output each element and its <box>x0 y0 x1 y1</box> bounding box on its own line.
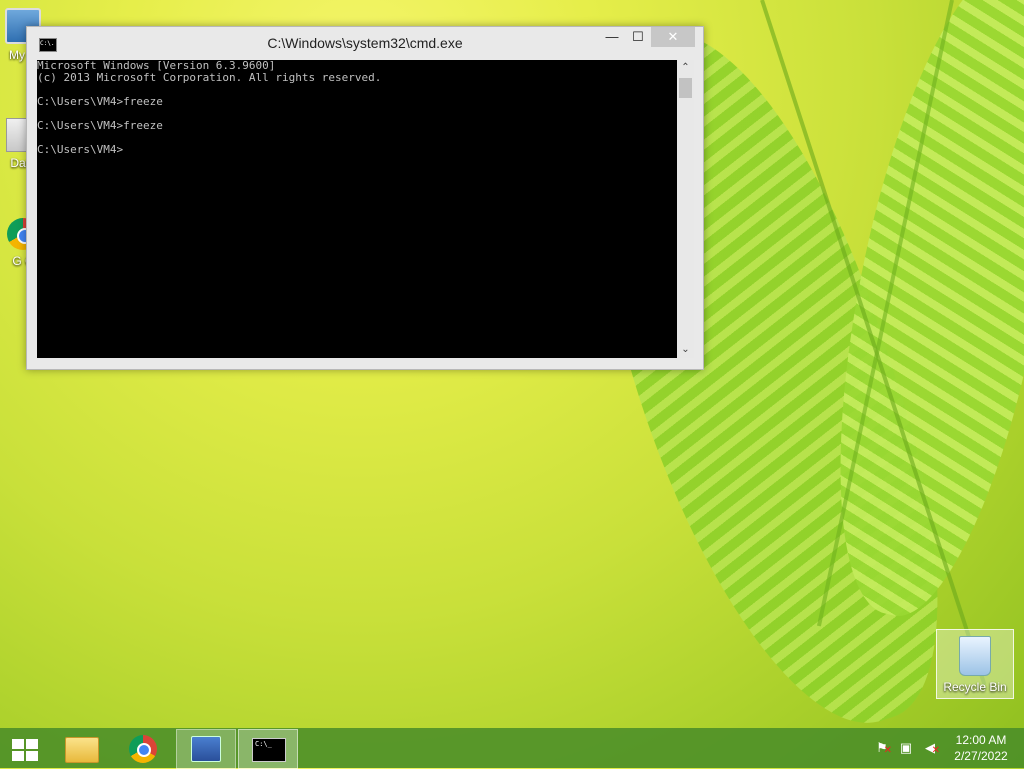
minimize-button[interactable]: — <box>599 27 625 47</box>
console-output[interactable]: Microsoft Windows [Version 6.3.9600] (c)… <box>37 60 677 358</box>
network-glyph: ▣ <box>899 740 913 755</box>
scroll-up-button[interactable]: ⌃ <box>677 60 694 76</box>
action-center-flag-icon[interactable]: ⚑ ✕ <box>874 740 892 756</box>
scroll-thumb[interactable] <box>679 78 692 98</box>
taskbar-chrome[interactable] <box>114 729 172 767</box>
console-prompt: C:\Users\VM4> <box>37 143 124 156</box>
recycle-bin-icon <box>959 636 991 676</box>
network-tray-icon[interactable]: ▣ <box>898 740 914 756</box>
folder-icon <box>65 737 99 763</box>
taskbar-file-explorer[interactable] <box>52 729 110 767</box>
console-line: C:\Users\VM4>freeze <box>37 95 163 108</box>
clock-time: 12:00 AM <box>955 733 1007 747</box>
taskbar: C:\_ ⚑ ✕ ▣ ◀ ✕ 12:00 AM 2/27/2022 <box>0 728 1024 769</box>
vertical-scrollbar[interactable]: ⌃ ⌄ <box>677 60 694 358</box>
taskbar-cmd[interactable]: C:\_ <box>238 729 298 769</box>
close-button[interactable]: ✕ <box>651 27 695 47</box>
console-line: (c) 2013 Microsoft Corporation. All righ… <box>37 71 382 84</box>
scroll-down-button[interactable]: ⌄ <box>677 342 694 358</box>
window-titlebar[interactable]: C:\. C:\Windows\system32\cmd.exe — ☐ ✕ <box>27 27 703 59</box>
clock-date: 2/27/2022 <box>954 749 1008 763</box>
desktop-icon-recycle-bin[interactable]: Recycle Bin <box>936 629 1014 699</box>
network-computer-icon <box>191 736 221 762</box>
recycle-bin-label: Recycle Bin <box>943 680 1007 694</box>
mute-mark-icon: ✕ <box>931 745 940 756</box>
error-mark-icon: ✕ <box>883 745 892 756</box>
maximize-button[interactable]: ☐ <box>625 27 651 47</box>
console-line: C:\Users\VM4>freeze <box>37 119 163 132</box>
start-button[interactable] <box>0 729 58 767</box>
system-clock[interactable]: 12:00 AM 2/27/2022 <box>946 732 1016 764</box>
windows-logo-icon <box>12 739 38 761</box>
chrome-icon <box>129 735 157 763</box>
cmd-icon: C:\_ <box>252 738 286 762</box>
cmd-window: C:\. C:\Windows\system32\cmd.exe — ☐ ✕ M… <box>26 26 704 370</box>
volume-muted-icon[interactable]: ◀ ✕ <box>922 740 940 756</box>
taskbar-network-app[interactable] <box>176 729 236 769</box>
